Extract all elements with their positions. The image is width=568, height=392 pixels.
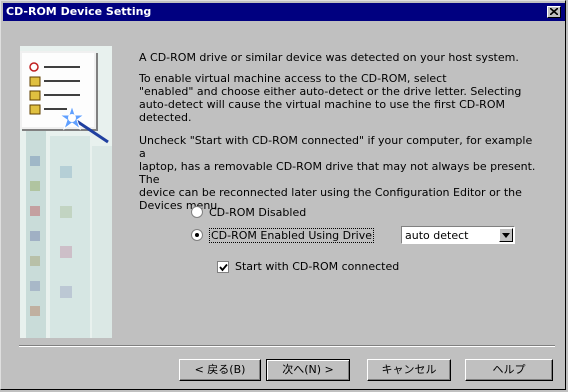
close-button[interactable] <box>547 6 561 18</box>
next-button[interactable]: 次へ(N) > <box>266 359 350 381</box>
footer-separator <box>19 345 555 347</box>
magic-wand-icon <box>58 104 109 144</box>
uncheck-instructions-text: Uncheck "Start with CD-ROM connected" if… <box>139 134 536 212</box>
cdrom-enabled-radio[interactable] <box>191 229 203 241</box>
window-title: CD-ROM Device Setting <box>6 5 152 18</box>
drive-select-dropdown-button[interactable] <box>499 228 513 242</box>
cdrom-disabled-option[interactable]: CD-ROM Disabled <box>191 204 306 220</box>
drive-select-value: auto detect <box>405 229 469 242</box>
start-connected-checkbox[interactable] <box>217 260 229 273</box>
cdrom-disabled-radio[interactable] <box>191 206 203 218</box>
drive-select[interactable]: auto detect <box>401 226 515 244</box>
title-bar[interactable]: CD-ROM Device Setting <box>3 3 565 21</box>
wizard-side-image <box>20 46 112 338</box>
cancel-button[interactable]: キャンセル <box>367 359 451 381</box>
start-connected-option[interactable]: Start with CD-ROM connected <box>217 260 399 273</box>
cdrom-enabled-option[interactable]: CD-ROM Enabled Using Drive <box>191 227 374 243</box>
help-button[interactable]: ヘルプ <box>465 359 553 381</box>
back-button[interactable]: < 戻る(B) <box>179 359 261 381</box>
dialog-window: CD-ROM Device Setting A CD-ROM drive or … <box>0 0 566 390</box>
close-icon <box>550 8 558 15</box>
start-connected-label: Start with CD-ROM connected <box>235 260 400 273</box>
checkmark-icon <box>219 263 228 271</box>
chevron-down-icon <box>502 233 510 238</box>
cdrom-disabled-label: CD-ROM Disabled <box>209 205 307 219</box>
intro-text: A CD-ROM drive or similar device was det… <box>139 51 519 64</box>
enable-instructions-text: To enable virtual machine access to the … <box>139 72 522 124</box>
cdrom-enabled-label: CD-ROM Enabled Using Drive <box>209 227 374 243</box>
